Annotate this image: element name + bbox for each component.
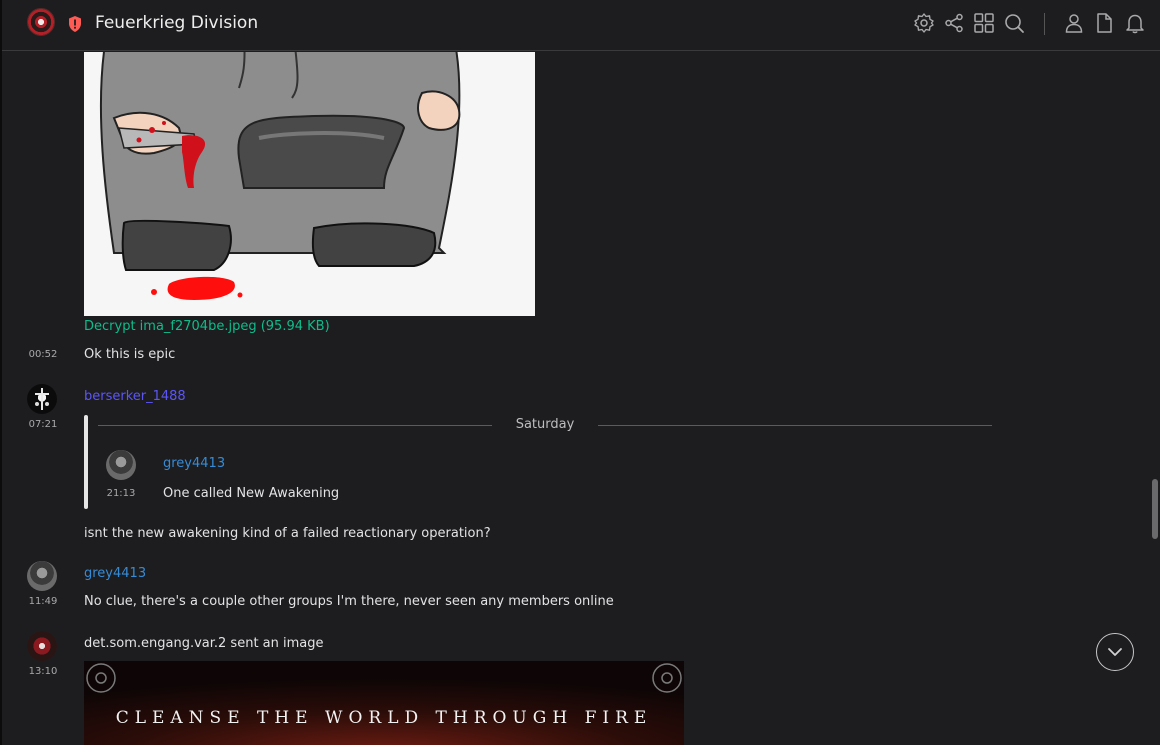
quote-timestamp[interactable]: 21:13 [106,488,136,499]
share-icon[interactable] [943,12,965,34]
avatar[interactable] [27,384,57,414]
sender-name[interactable]: berserker_1488 [84,389,186,404]
jump-to-bottom-button[interactable] [1096,633,1134,671]
message-timeline[interactable]: Decrypt ima_f2704be.jpeg (95.94 KB) 00:5… [2,52,1160,745]
quote-sender-name[interactable]: grey4413 [163,456,225,471]
search-icon[interactable] [1003,12,1025,34]
files-icon[interactable] [1093,12,1115,34]
image-overlay-text: CLEANSE THE WORLD THROUGH FIRE [116,708,653,728]
separator-line [598,425,992,426]
message-body: isnt the new awakening kind of a failed … [84,526,491,541]
shield-warning-icon[interactable] [67,15,83,33]
header-divider [1044,13,1045,35]
avatar[interactable] [27,631,57,661]
room-avatar[interactable] [27,8,55,36]
notifications-icon[interactable] [1124,12,1146,34]
scrollbar-thumb[interactable] [1152,479,1158,539]
quote-bar [84,415,88,509]
quote-body: One called New Awakening [163,486,340,501]
message-timestamp[interactable]: 13:10 [28,666,58,677]
apps-grid-icon[interactable] [973,12,995,34]
image-attachment[interactable] [84,52,535,316]
message-body: No clue, there's a couple other groups I… [84,594,614,609]
message-timestamp[interactable]: 00:52 [28,349,58,360]
date-separator: Saturday [98,416,992,434]
message-body: det.som.engang.var.2 sent an image [84,636,324,651]
image-download-link[interactable]: Decrypt ima_f2704be.jpeg (95.94 KB) [84,319,330,334]
image-attachment[interactable]: CLEANSE THE WORLD THROUGH FIRE [84,661,684,745]
chevron-down-icon [1108,648,1122,656]
room-header: Feuerkrieg Division [2,0,1160,51]
room-title[interactable]: Feuerkrieg Division [95,13,258,33]
avatar[interactable] [27,561,57,591]
message-body: Ok this is epic [84,347,176,362]
avatar[interactable] [106,450,136,480]
message-timestamp[interactable]: 07:21 [28,419,58,430]
people-icon[interactable] [1063,12,1085,34]
sender-name[interactable]: grey4413 [84,566,146,581]
message-timestamp[interactable]: 11:49 [28,596,58,607]
settings-icon[interactable] [913,12,935,34]
